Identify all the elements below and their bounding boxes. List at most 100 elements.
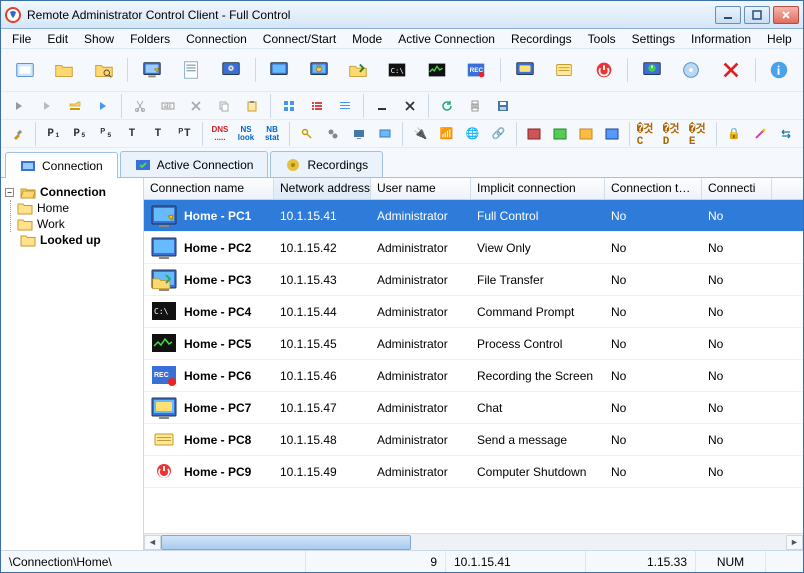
tab-active-connection[interactable]: Active Connection [120,151,269,177]
menu-folders[interactable]: Folders [123,30,177,48]
screen-d-icon[interactable]: �것D [662,122,684,146]
grid-body[interactable]: Home - PC110.1.15.41AdministratorFull Co… [144,200,803,533]
settings-gear-icon[interactable] [213,52,248,88]
full-control-icon[interactable] [134,52,169,88]
menu-connection[interactable]: Connection [179,30,254,48]
monitor-sm-icon[interactable] [348,122,370,146]
save-icon[interactable] [491,94,515,118]
scroll-left-icon[interactable]: ◄ [144,535,161,550]
net2-icon[interactable]: 📶 [435,122,457,146]
view-large-icon[interactable] [277,94,301,118]
screen-c-icon[interactable]: �것C [636,122,658,146]
folder-tree[interactable]: − Connection Home Work Looked up [1,178,144,550]
display-icon[interactable] [374,122,396,146]
column-header[interactable]: Connection name [144,178,274,199]
command-prompt-icon[interactable]: C:\ [380,52,415,88]
info-icon[interactable]: i [762,52,797,88]
table-row[interactable]: Home - PC110.1.15.41AdministratorFull Co… [144,200,803,232]
tree-item-home[interactable]: Home [17,200,139,216]
delete-icon[interactable] [713,52,748,88]
column-header[interactable]: Implicit connection [471,178,605,199]
column-header[interactable]: Connection t… [605,178,702,199]
window-d-icon[interactable] [601,122,623,146]
copy-icon[interactable] [212,94,236,118]
hammer-wrench-icon[interactable] [7,122,29,146]
recording-icon[interactable]: REC [459,52,494,88]
play-blue-icon[interactable] [91,94,115,118]
open-folder-icon[interactable] [46,52,81,88]
horizontal-scrollbar[interactable]: ◄ ► [144,533,803,550]
win-close-icon[interactable] [398,94,422,118]
message-icon[interactable] [546,52,581,88]
gears-icon[interactable] [322,122,344,146]
menu-show[interactable]: Show [77,30,121,48]
globe-icon[interactable]: 🌐 [461,122,483,146]
tree-lookedup[interactable]: Looked up [5,232,139,248]
scroll-right-icon[interactable]: ► [786,535,803,550]
cut-icon[interactable] [128,94,152,118]
scroll-thumb[interactable] [161,535,411,550]
text-button-2[interactable]: ᴾ₅ [94,122,118,146]
text-button-0[interactable]: P₁ [42,122,66,146]
menu-information[interactable]: Information [684,30,758,48]
shutdown-icon[interactable] [586,52,621,88]
screen-e-icon[interactable]: �것E [688,122,710,146]
text-button-1[interactable]: P₅ [68,122,92,146]
wand-icon[interactable] [749,122,771,146]
menu-connect-start[interactable]: Connect/Start [256,30,343,48]
play-icon[interactable] [7,94,31,118]
paste-icon[interactable] [240,94,264,118]
text-button-5[interactable]: ᴾT [172,122,196,146]
table-row[interactable]: C:\Home - PC410.1.15.44AdministratorComm… [144,296,803,328]
remote-power-icon[interactable] [634,52,669,88]
collapse-icon[interactable]: − [5,188,14,197]
menu-file[interactable]: File [5,30,38,48]
lock-icon[interactable]: 🔒 [723,122,745,146]
link-icon[interactable]: 🔗 [487,122,509,146]
delete-sm-icon[interactable] [184,94,208,118]
window-a-icon[interactable] [522,122,544,146]
maximize-button[interactable] [744,6,770,24]
table-row[interactable]: RECHome - PC610.1.15.46AdministratorReco… [144,360,803,392]
file-transfer-icon[interactable] [340,52,375,88]
new-connection-icon[interactable] [7,52,42,88]
net1-icon[interactable]: 🔌 [409,122,431,146]
table-row[interactable]: Home - PC510.1.15.45AdministratorProcess… [144,328,803,360]
refresh-icon[interactable] [435,94,459,118]
window-c-icon[interactable] [575,122,597,146]
tab-connection[interactable]: Connection [5,152,118,178]
menu-tools[interactable]: Tools [581,30,623,48]
table-row[interactable]: Home - PC310.1.15.43AdministratorFile Tr… [144,264,803,296]
minimize-button[interactable] [715,6,741,24]
view-only-hand-icon[interactable] [301,52,336,88]
tree-root[interactable]: − Connection [5,184,139,200]
menu-settings[interactable]: Settings [625,30,682,48]
tab-recordings[interactable]: Recordings [270,151,383,177]
table-row[interactable]: Home - PC210.1.15.42AdministratorView On… [144,232,803,264]
win-min-icon[interactable] [370,94,394,118]
text-button-4[interactable]: T [146,122,170,146]
menu-edit[interactable]: Edit [40,30,75,48]
menu-active-connection[interactable]: Active Connection [391,30,502,48]
view-list-icon[interactable] [305,94,329,118]
table-row[interactable]: Home - PC910.1.15.49AdministratorCompute… [144,456,803,488]
arrows-icon[interactable] [775,122,797,146]
search-folder-icon[interactable] [86,52,121,88]
eject-icon[interactable] [63,94,87,118]
text-button-3[interactable]: T [120,122,144,146]
textfield-icon[interactable]: ab| [156,94,180,118]
close-button[interactable] [773,6,799,24]
table-row[interactable]: Home - PC810.1.15.48AdministratorSend a … [144,424,803,456]
view-only-icon[interactable] [262,52,297,88]
table-row[interactable]: Home - PC710.1.15.47AdministratorChatNoN… [144,392,803,424]
window-b-icon[interactable] [549,122,571,146]
tree-item-work[interactable]: Work [17,216,139,232]
view-details-icon[interactable] [333,94,357,118]
key-icon[interactable] [296,122,318,146]
column-header[interactable]: Network address [274,178,371,199]
ns-look-icon[interactable]: NSlook [235,122,257,146]
process-control-icon[interactable] [419,52,454,88]
remote-disc-icon[interactable] [674,52,709,88]
play-alt-icon[interactable] [35,94,59,118]
properties-icon[interactable] [174,52,209,88]
